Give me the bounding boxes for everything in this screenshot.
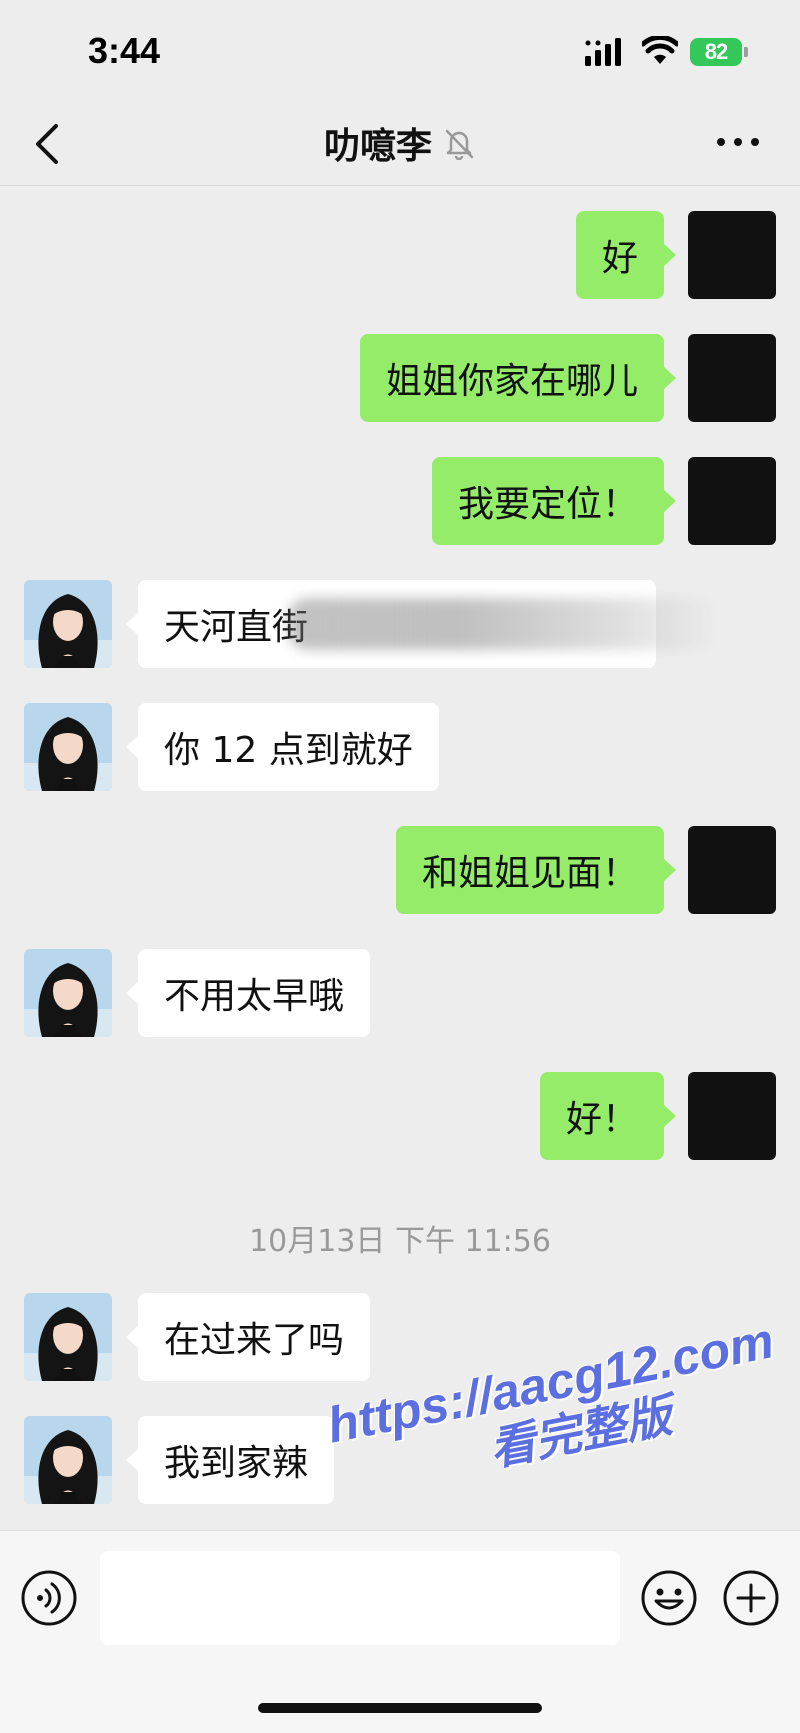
wifi-icon (642, 36, 678, 64)
voice-icon[interactable] (20, 1569, 78, 1627)
message-bubble-other[interactable]: 在过来了吗 (125, 1293, 371, 1381)
contact-avatar[interactable] (24, 703, 112, 791)
message-row: 和姐姐见面！ (0, 826, 800, 916)
message-bubble-self[interactable]: 和姐姐见面！ (395, 826, 677, 914)
battery-level: 82 (704, 39, 729, 64)
plus-icon[interactable] (722, 1569, 780, 1627)
message-row: 天河直街 (0, 580, 800, 670)
self-avatar[interactable] (688, 211, 776, 299)
message-bubble-other[interactable]: 不用太早哦 (125, 949, 371, 1037)
emoji-icon[interactable] (640, 1569, 698, 1627)
message-bubble-other[interactable]: 我到家辣 (125, 1416, 335, 1504)
message-row: 你 12 点到就好 (0, 703, 800, 793)
self-avatar[interactable] (688, 826, 776, 914)
message-text: 天河直街 (164, 607, 309, 648)
message-row: 姐姐你家在哪儿 (0, 334, 800, 424)
status-time: 3:44 (88, 30, 161, 71)
home-indicator[interactable] (258, 1703, 542, 1713)
self-avatar[interactable] (688, 334, 776, 422)
message-bubble-self[interactable]: 姐姐你家在哪儿 (359, 334, 677, 422)
message-row: 我要定位！ (0, 457, 800, 547)
message-row: 在过来了吗 (0, 1293, 800, 1383)
message-timestamp: 10月13日 下午 11:56 (249, 1224, 551, 1259)
message-row: 不用太早哦 (0, 949, 800, 1039)
contact-avatar[interactable] (24, 580, 112, 668)
message-bubble-self[interactable]: 我要定位！ (431, 457, 677, 545)
contact-avatar[interactable] (24, 949, 112, 1037)
message-bubble-self[interactable]: 好！ (539, 1072, 677, 1160)
message-row: 我到家辣 (0, 1416, 800, 1506)
contact-avatar[interactable] (24, 1293, 112, 1381)
message-bubble-other[interactable]: 天河直街 (126, 580, 718, 668)
bell-slash-icon (445, 129, 474, 160)
message-bubble-self[interactable]: 好 (575, 211, 677, 299)
chat-title: 叻噫李 (323, 126, 432, 167)
blurred-redaction (288, 598, 718, 650)
chat-nav-bar: 叻噫李 (0, 100, 800, 186)
ellipsis-icon[interactable] (715, 132, 761, 152)
message-bubble-other[interactable]: 你 12 点到就好 (126, 703, 439, 791)
message-input[interactable] (100, 1551, 620, 1645)
battery-charging-icon: 82 (690, 38, 742, 66)
contact-avatar[interactable] (24, 1416, 112, 1504)
chat-title-group: 叻噫李 (0, 100, 800, 186)
self-avatar[interactable] (688, 457, 776, 545)
status-bar: 3:44 82 (0, 0, 800, 100)
message-row: 好 (0, 211, 800, 301)
self-avatar[interactable] (688, 1072, 776, 1160)
chat-input-bar (0, 1530, 800, 1733)
battery-tip (744, 47, 748, 57)
message-row: 好！ (0, 1072, 800, 1162)
cellular-signal-icon (585, 38, 621, 66)
